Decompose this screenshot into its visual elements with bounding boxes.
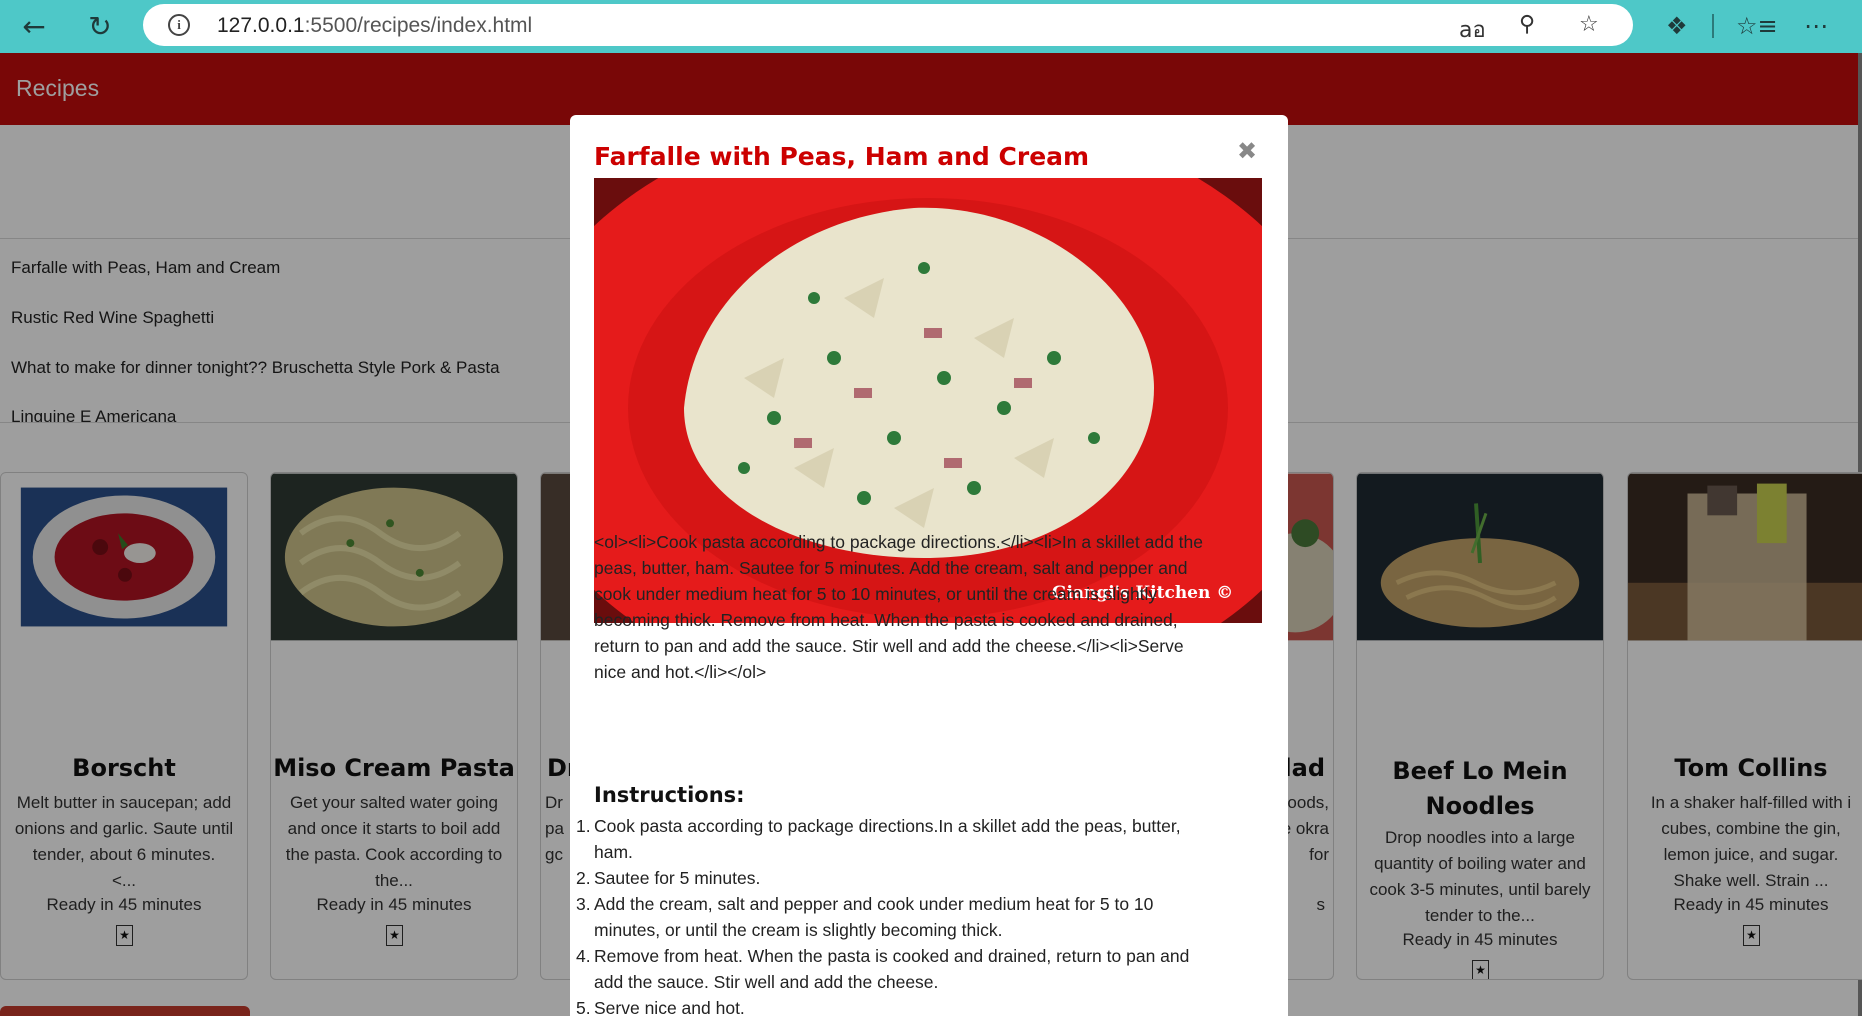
back-arrow-icon[interactable]: ← — [14, 6, 54, 46]
favorite-star-icon[interactable]: ☆ — [1579, 12, 1599, 37]
reload-icon[interactable]: ↻ — [80, 6, 120, 46]
extensions-icon[interactable]: ❖ — [1666, 12, 1688, 40]
toolbar-divider — [1712, 14, 1714, 38]
read-aloud-icon[interactable]: aอ — [1459, 12, 1486, 47]
modal-title: Farfalle with Peas, Ham and Cream — [594, 142, 1090, 171]
address-bar[interactable]: i 127.0.0.1:5500/recipes/index.html aอ ⚲… — [143, 4, 1633, 46]
modal-raw-instructions: <ol><li>Cook pasta according to package … — [594, 532, 1203, 682]
instructions-heading: Instructions: — [594, 783, 745, 807]
favorites-list-icon[interactable]: ☆≡ — [1736, 12, 1778, 40]
instruction-step: 1. Cook pasta according to package direct… — [576, 816, 1181, 862]
close-icon[interactable]: ✖ — [1237, 137, 1257, 165]
instructions-list: 1. Cook pasta according to package direct… — [576, 813, 1259, 1016]
url-text[interactable]: 127.0.0.1:5500/recipes/index.html — [217, 14, 532, 38]
instruction-step: 3. Add the cream, salt and pepper and coo… — [576, 894, 1154, 940]
instruction-step: 5. Serve nice and hot. — [576, 998, 745, 1016]
zoom-icon[interactable]: ⚲ — [1519, 12, 1535, 37]
instruction-step: 2. Sautee for 5 minutes. — [576, 868, 761, 888]
more-icon[interactable]: ⋯ — [1804, 12, 1828, 40]
instruction-step: 4. Remove from heat. When the pasta is co… — [576, 946, 1190, 992]
browser-toolbar: ← ↻ i 127.0.0.1:5500/recipes/index.html … — [0, 0, 1862, 53]
recipe-modal: Farfalle with Peas, Ham and Cream ✖ Gian… — [570, 115, 1288, 1016]
info-icon[interactable]: i — [168, 14, 190, 36]
